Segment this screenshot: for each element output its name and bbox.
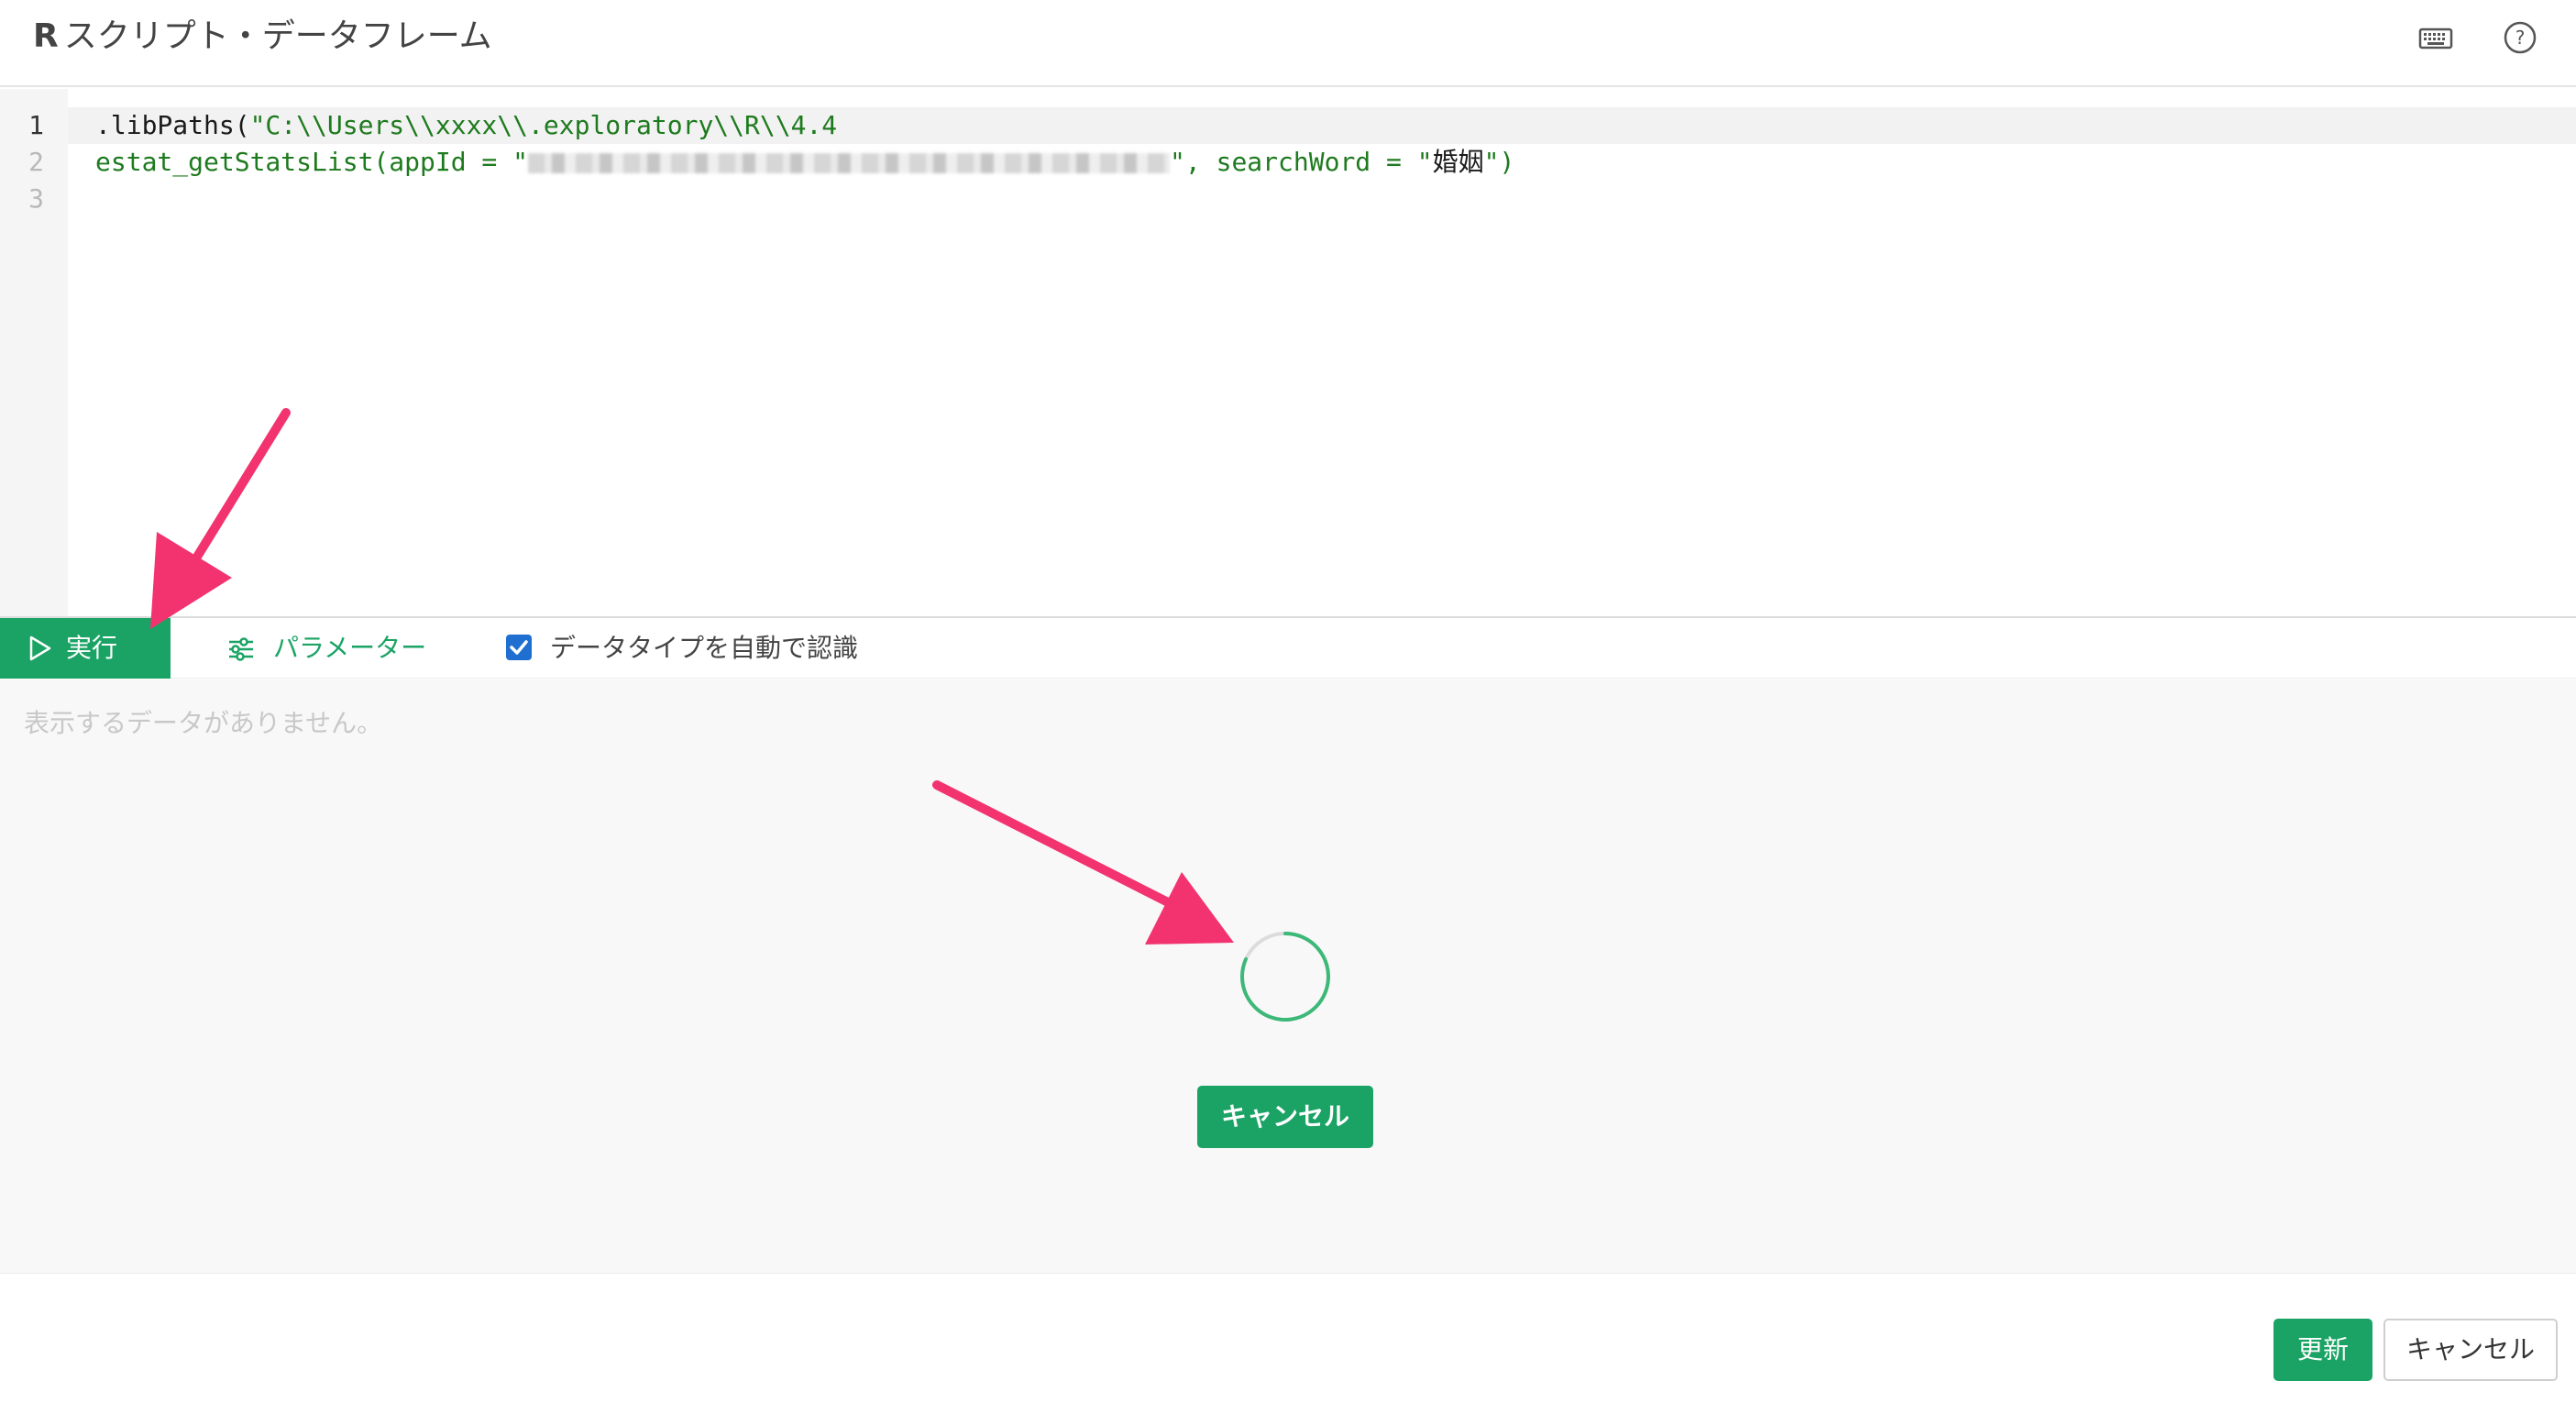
code-token-call: estat_getStatsList(appId = ": [95, 147, 529, 177]
code-token-function: .libPaths: [95, 110, 235, 140]
svg-text:?: ?: [2515, 27, 2526, 49]
line-number: 2: [28, 147, 44, 177]
code-token-search-word: 婚姻: [1432, 147, 1484, 177]
parameters-label: パラメーター: [273, 633, 427, 663]
update-button[interactable]: 更新: [2273, 1319, 2372, 1381]
help-icon[interactable]: ?: [2501, 18, 2539, 57]
redacted-app-id: [528, 153, 1171, 173]
auto-detect-types-checkbox[interactable]: [506, 635, 532, 660]
play-icon: [29, 635, 51, 661]
code-token-string: "C:\\Users\\xxxx\\.exploratory\\R\\4.4: [249, 110, 838, 140]
code-line-1[interactable]: .libPaths("C:\\Users\\xxxx\\.exploratory…: [95, 107, 837, 144]
keyboard-icon[interactable]: [2416, 18, 2455, 57]
result-panel: 表示するデータがありません。 キャンセル: [0, 679, 2576, 1274]
code-token-paren: (: [234, 110, 250, 140]
dialog-footer: 更新 キャンセル: [0, 1275, 2576, 1403]
code-line-2[interactable]: estat_getStatsList(appId = " ", searchWor…: [95, 144, 1514, 181]
code-token-close: "): [1483, 147, 1515, 177]
loading-spinner-icon: [1240, 932, 1330, 1022]
line-number: 1: [28, 110, 44, 140]
line-number: 3: [28, 183, 44, 214]
checkmark-icon: [510, 640, 528, 655]
auto-detect-types-label: データタイプを自動で認識: [550, 633, 859, 663]
title-r-letter: R: [33, 17, 59, 55]
dialog-header: R スクリプト・データフレーム ?: [0, 0, 2576, 87]
sliders-icon: [229, 637, 253, 661]
dialog-title: R スクリプト・データフレーム: [33, 13, 492, 61]
cancel-button[interactable]: キャンセル: [2383, 1319, 2558, 1381]
code-editor[interactable]: 1 2 3 .libPaths("C:\\Users\\xxxx\\.explo…: [0, 89, 2576, 616]
cancel-execution-button[interactable]: キャンセル: [1197, 1086, 1373, 1148]
editor-toolbar: 実行 パラメーター データタイプを自動で認識: [0, 616, 2576, 679]
title-text: スクリプト・データフレーム: [63, 17, 492, 55]
run-button[interactable]: 実行: [0, 618, 171, 679]
empty-data-message: 表示するデータがありません。: [24, 708, 383, 738]
code-token-args: ", searchWord = ": [1170, 147, 1433, 177]
run-button-label: 実行: [66, 633, 118, 663]
